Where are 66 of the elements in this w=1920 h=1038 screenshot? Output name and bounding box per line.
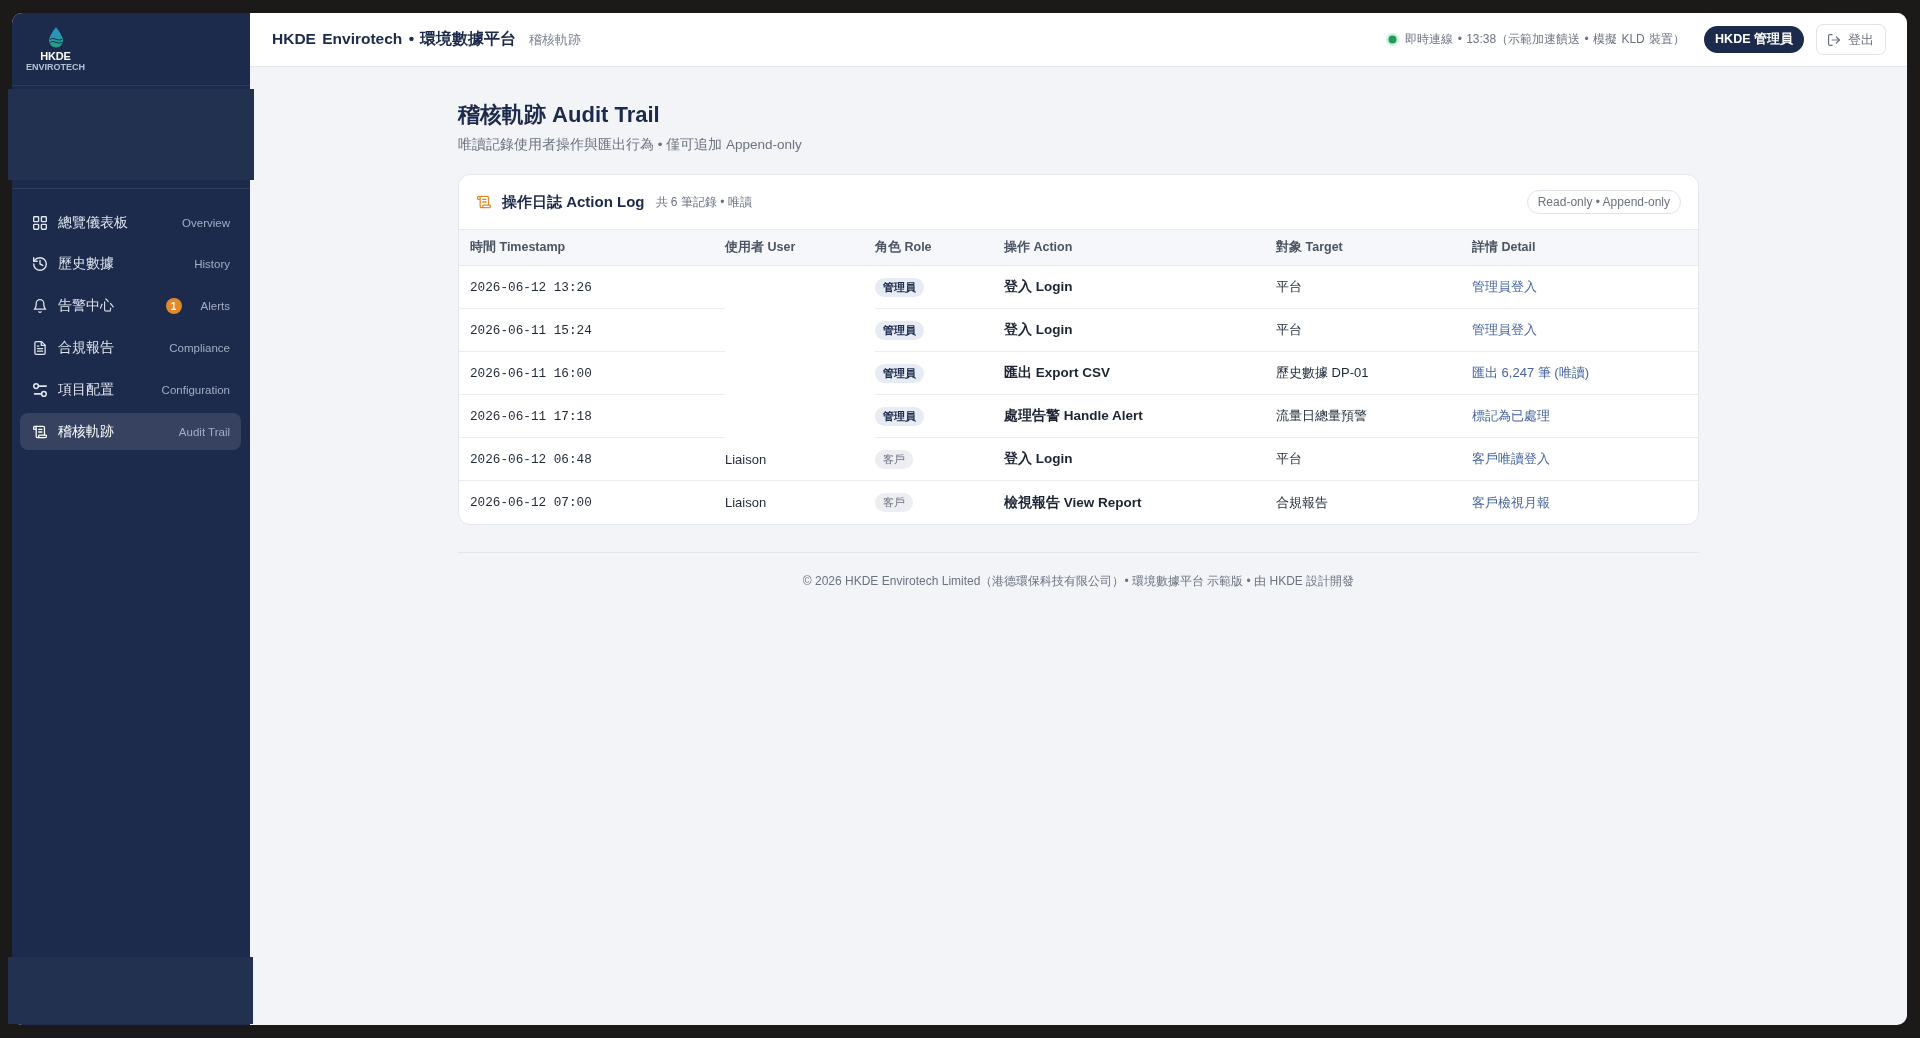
nav-item[interactable]: 稽核軌跡 Audit Trail [20,413,241,451]
breadcrumb-text: 稽核軌跡 [529,30,582,49]
app-title: HKDE Envirotech • 環境數據平台 [272,29,517,49]
user-button[interactable]: HKDE 管理員 [1704,26,1804,53]
nav-item[interactable]: 告警中心 1 Alerts [20,287,241,325]
logo-text: HKDE [40,50,71,62]
status-text: 即時連線 • 13:38（示範加速饋送 • 模擬 KLD 裝置） [1405,31,1686,48]
nav-item[interactable]: 合規報告 Compliance [20,329,241,367]
card-title: 操作日誌 Action Log [502,192,645,212]
action-cell-text: 檢視報告 View Report [1004,493,1143,512]
water-drop-icon [46,27,65,48]
page-title: 稽核軌跡 Audit Trail [458,101,661,129]
column-header: 時間 Timestamp [469,239,567,256]
page-subtitle: 唯讀記錄使用者操作與匯出行為 • 僅可追加 Append-only [458,136,803,154]
sliders-icon [33,383,47,398]
role-badge: 管理員 [875,320,924,340]
detail-cell-text: 客戶檢視月報 [1472,493,1551,512]
timestamp-cell: 2026-06-11 16:00 [459,352,725,395]
column-header: 對象 Target [1276,239,1344,256]
target-cell: 平台 [1276,438,1472,481]
role-badge: 管理員 [875,277,924,297]
role-badge: 管理員 [875,363,924,383]
logo-tagline: ENVIROTECH [26,62,85,73]
target-cell: 平台 [1276,266,1472,309]
column-header: 詳情 Detail [1472,239,1537,256]
user-cell: Liaison [725,438,875,481]
action-cell: 登入 Login [1004,438,1276,481]
role-badge: 客戶 [875,493,913,512]
action-cell: 匯出 Export CSV [1004,352,1276,395]
nav-item[interactable]: 總覽儀表板 Overview [20,204,241,241]
nav-item[interactable]: 歷史數據 History [20,245,241,283]
timestamp-cell: 2026-06-12 13:26 [459,266,725,309]
action-cell: 登入 Login [1004,309,1276,352]
timestamp-cell: 2026-06-11 17:18 [459,395,725,438]
timestamp-cell-text: 2026-06-12 07:00 [469,494,593,512]
column-header: 使用者 User [725,239,797,256]
scroll-icon [33,424,47,439]
detail-cell: 管理員登入 [1472,266,1698,309]
role-badge: 客戶 [875,449,913,469]
grid-icon [33,215,47,230]
logout-button[interactable]: 登出 [1816,24,1886,55]
detail-cell: 管理員登入 [1472,309,1698,352]
detail-cell: 標記為已處理 [1472,395,1698,438]
logout-icon [1828,33,1840,46]
detail-cell: 匯出 6,247 筆 (唯讀) [1472,352,1698,395]
history-icon [33,257,47,272]
action-cell: 登入 Login [1004,266,1276,309]
count-badge: 1 [165,298,182,315]
card-meta: 共 6 筆記錄 • 唯讀 [655,193,752,211]
footer-text: © 2026 HKDE Envirotech Limited（港德環保科技有限公司）• 環境數據平台 示範版 • 由 HKDE 設計開發 [802,574,1355,588]
target-cell: 歷史數據 DP-01 [1276,352,1472,395]
scroll-icon [477,195,491,209]
target-cell: 平台 [1276,309,1472,352]
bell-icon [33,299,47,314]
nav-item[interactable]: 項目配置 Configuration [20,371,241,409]
detail-cell: 客戶唯讀登入 [1472,438,1698,481]
timestamp-cell: 2026-06-11 15:24 [459,309,725,352]
column-header: 角色 Role [875,239,933,256]
target-cell-text: 合規報告 [1276,493,1329,512]
document-icon [33,341,47,356]
role-badge: 管理員 [875,406,924,426]
action-cell: 處理告警 Handle Alert [1004,395,1276,438]
timestamp-cell: 2026-06-12 06:48 [459,438,725,481]
column-header: 操作 Action [1004,239,1074,256]
target-cell: 流量日總量預警 [1276,395,1472,438]
user-cell-text: Liaison [725,494,768,512]
